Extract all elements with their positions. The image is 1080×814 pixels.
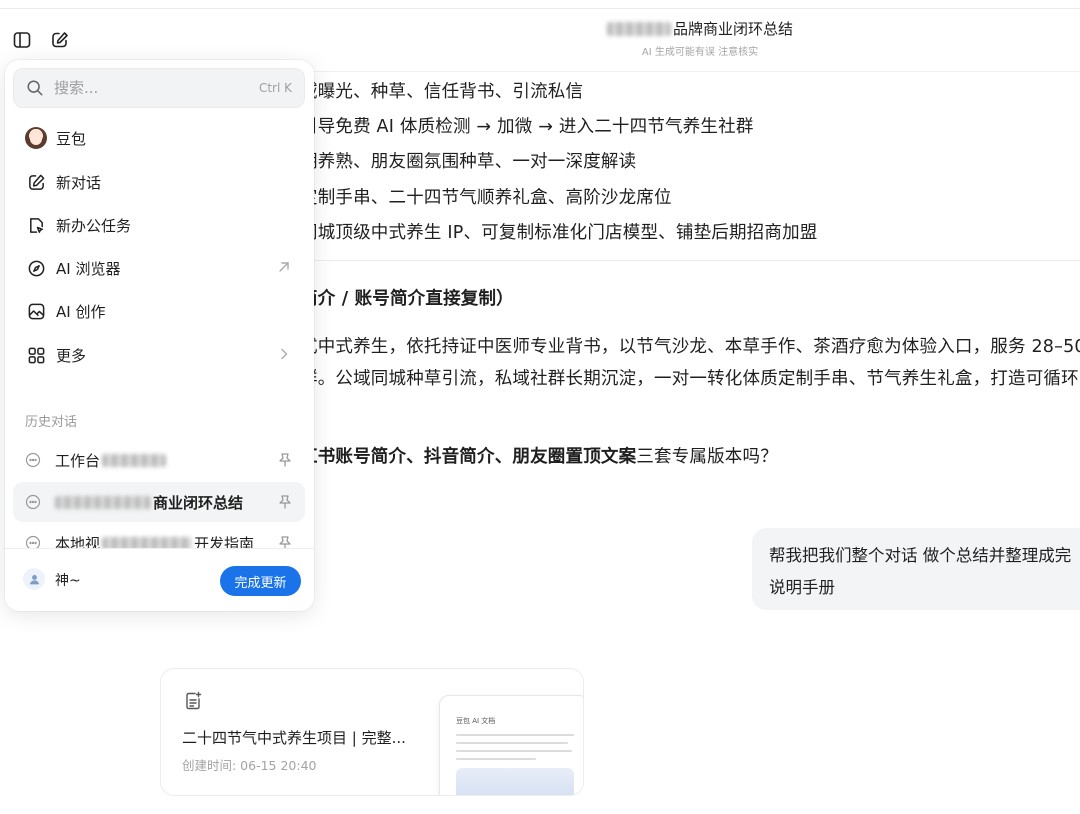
content-line: 期养熟、朋友圈氛围种草、一对一深度解读 [300, 152, 637, 172]
follow-up-question-rest: 三套专属版本吗？ [636, 447, 778, 467]
content-paragraph: 群。公域同城种草引流，私域社群长期沉淀，一对一转化体质定制手串、节气养生礼盒，打… [300, 369, 1079, 389]
document-card[interactable]: 二十四节气中式养生项目 | 完整... 创建时间: 06-15 20:40 豆包… [160, 668, 584, 796]
history-item-active[interactable]: 商业闭环总结 [13, 482, 305, 522]
user-message-bubble: 帮我把我们整个对话 做个总结并整理成完 说明手册 [752, 528, 1080, 610]
pin-icon[interactable] [277, 494, 293, 510]
sidebar-toggle-icon [13, 32, 31, 48]
preview-text-line [456, 742, 568, 744]
top-divider [0, 8, 1080, 9]
sidebar-item-doubao[interactable]: 豆包 [13, 119, 305, 157]
search-box[interactable]: Ctrl K [13, 68, 305, 108]
document-preview: 豆包 AI 文档 [439, 695, 583, 795]
document-name: 二十四节气中式养生项目 | 完整... [182, 729, 406, 747]
sidebar-panel: Ctrl K 豆包 新对话 新办公任务 AI 浏览器 [5, 60, 314, 611]
preview-text-line [456, 750, 572, 752]
app-window: 品牌商业闭环总结 AI 生成可能有误 注意核实 域曝光、种草、信任背书、引流私信… [0, 0, 1080, 814]
preview-text-line [456, 734, 574, 736]
compass-icon [25, 257, 47, 279]
section-heading: 简介 / 账号简介直接复制） [300, 289, 514, 309]
sidebar-item-more[interactable]: 更多 [13, 336, 305, 374]
grid-icon [25, 344, 47, 366]
content-line: 定制手串、二十四节气顺养礼盒、高阶沙龙席位 [300, 188, 672, 208]
search-icon [27, 80, 43, 96]
conversation-content: 域曝光、种草、信任背书、引流私信 引导免费 AI 体质检测 → 加微 → 进入二… [160, 72, 1080, 814]
history-item-label-end: 商业闭环总结 [153, 493, 244, 512]
preview-title: 豆包 AI 文档 [456, 717, 496, 725]
doubao-avatar-icon [25, 127, 47, 149]
sidebar-item-ai-browser[interactable]: AI 浏览器 [13, 249, 305, 287]
sidebar-item-label: 更多 [56, 346, 87, 365]
sidebar-item-label: 新办公任务 [56, 216, 132, 235]
content-paragraph: 式中式养生，依托持证中医师专业背书，以节气沙龙、本草手作、茶酒疗愈为体验入口，服… [300, 337, 1080, 357]
sidebar-item-ai-create[interactable]: AI 创作 [13, 292, 305, 330]
image-icon [25, 300, 47, 322]
follow-up-question-bold: 红书账号简介、抖音简介、朋友圈置顶文案 [300, 447, 637, 467]
content-line: 引导免费 AI 体质检测 → 加微 → 进入二十四节气养生社群 [300, 117, 754, 137]
pin-icon[interactable] [277, 452, 293, 468]
edit-icon [52, 32, 68, 48]
redacted-text [55, 495, 151, 509]
conversation-header: 品牌商业闭环总结 AI 生成可能有误 注意核实 [320, 18, 1080, 58]
redacted-text [606, 21, 671, 36]
search-shortcut: Ctrl K [258, 81, 292, 95]
preview-image [456, 768, 574, 795]
chat-bubble-icon [25, 452, 41, 468]
history-item-label: 商业闭环总结 [55, 492, 243, 513]
content-line: 域曝光、种草、信任背书、引流私信 [300, 82, 584, 102]
follow-up-question: 红书账号简介、抖音简介、朋友圈置顶文案三套专属版本吗？ [300, 443, 778, 468]
sidebar-footer: 神~ 完成更新 [5, 548, 314, 611]
complete-update-button[interactable]: 完成更新 [220, 566, 301, 596]
user-message-line: 帮我把我们整个对话 做个总结并整理成完 [769, 546, 1072, 565]
history-item[interactable]: 工作台 [13, 440, 305, 480]
chevron-right-icon [281, 348, 288, 360]
ai-disclaimer: AI 生成可能有误 注意核实 [641, 46, 759, 58]
content-divider [312, 260, 1080, 261]
sidebar-toggle-button[interactable] [10, 28, 34, 52]
chat-bubble-icon [25, 494, 41, 510]
document-icon [186, 691, 202, 710]
search-input[interactable] [54, 79, 259, 97]
sidebar-item-label: 豆包 [56, 129, 87, 148]
history-item-label-start: 工作台 [55, 451, 101, 470]
history-section-label: 历史对话 [25, 415, 78, 430]
history-item-label: 工作台 [55, 450, 167, 471]
user-name: 神~ [55, 573, 81, 589]
document-created-time: 创建时间: 06-15 20:40 [182, 758, 317, 773]
redacted-text [102, 453, 167, 467]
office-task-icon [25, 214, 47, 236]
user-message-line: 说明手册 [769, 578, 835, 597]
user-avatar[interactable] [23, 568, 45, 590]
external-link-icon [279, 262, 289, 272]
content-line: 同城顶级中式养生 IP、可复制标准化门店模型、铺垫后期招商加盟 [300, 223, 818, 243]
conversation-title-text: 品牌商业闭环总结 [672, 20, 793, 38]
user-icon [29, 574, 39, 584]
sidebar-item-new-chat[interactable]: 新对话 [13, 163, 305, 201]
preview-text-line [456, 758, 536, 760]
new-chat-button[interactable] [48, 28, 72, 52]
sidebar-item-label: 新对话 [56, 173, 102, 192]
sidebar-item-label: AI 浏览器 [56, 259, 121, 278]
sidebar-item-label: AI 创作 [56, 302, 106, 321]
new-chat-icon [25, 171, 47, 193]
conversation-title: 品牌商业闭环总结 [606, 18, 793, 39]
sidebar-item-office-task[interactable]: 新办公任务 [13, 206, 305, 244]
